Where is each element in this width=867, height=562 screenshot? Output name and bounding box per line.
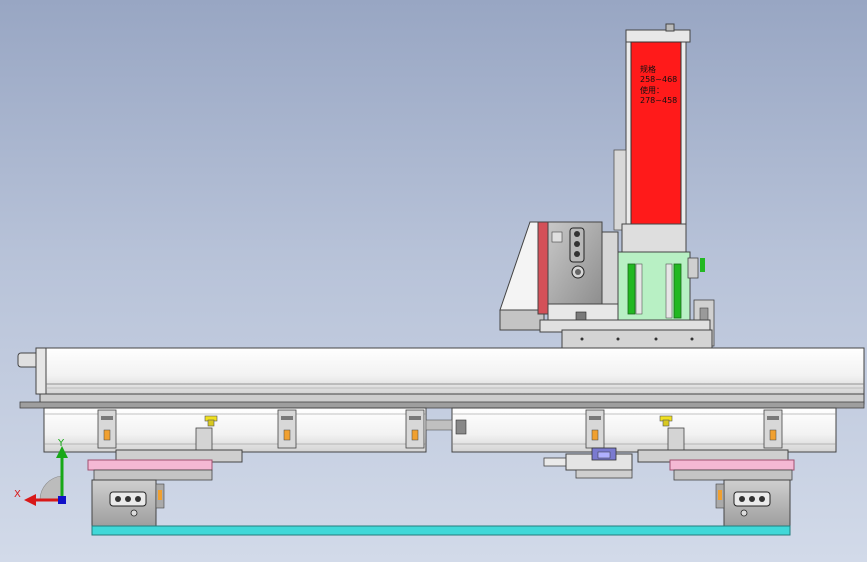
linear-guide-left <box>627 263 636 315</box>
coordinate-triad[interactable]: Y X <box>14 438 68 506</box>
rail-bracket <box>405 409 425 449</box>
rail-bracket <box>277 409 297 449</box>
z-column: 规格 258~468 使用： 278~458 <box>613 23 691 255</box>
linear-guide-right <box>673 263 682 319</box>
pink-damper-pad <box>87 459 213 471</box>
z-axis-indicator <box>58 496 66 504</box>
tool-head <box>499 221 619 331</box>
rail-bracket <box>763 409 783 449</box>
carriage-base <box>539 319 713 349</box>
x-axis-label: X <box>14 489 21 500</box>
cyan-base-plate <box>91 525 791 536</box>
column-label-line-2: 258~468 <box>640 75 677 84</box>
pink-damper-pad-right <box>669 459 795 471</box>
cad-viewport[interactable]: 规格 258~468 使用： 278~458 Y X <box>0 0 867 562</box>
gantry-assembly-drawing: 规格 258~468 使用： 278~458 Y X <box>14 23 865 536</box>
main-beam-profile <box>45 347 865 395</box>
column-label-line-3: 使用： <box>640 85 664 95</box>
red-column-panel <box>630 41 682 225</box>
rail-bracket <box>97 409 117 449</box>
x-beam <box>17 347 865 409</box>
rail-bracket <box>585 409 605 449</box>
y-axis-label: Y <box>57 438 65 449</box>
column-label-line-4: 278~458 <box>640 96 677 105</box>
column-label-line-1: 规格 <box>640 64 656 74</box>
red-side-plate <box>537 221 549 315</box>
